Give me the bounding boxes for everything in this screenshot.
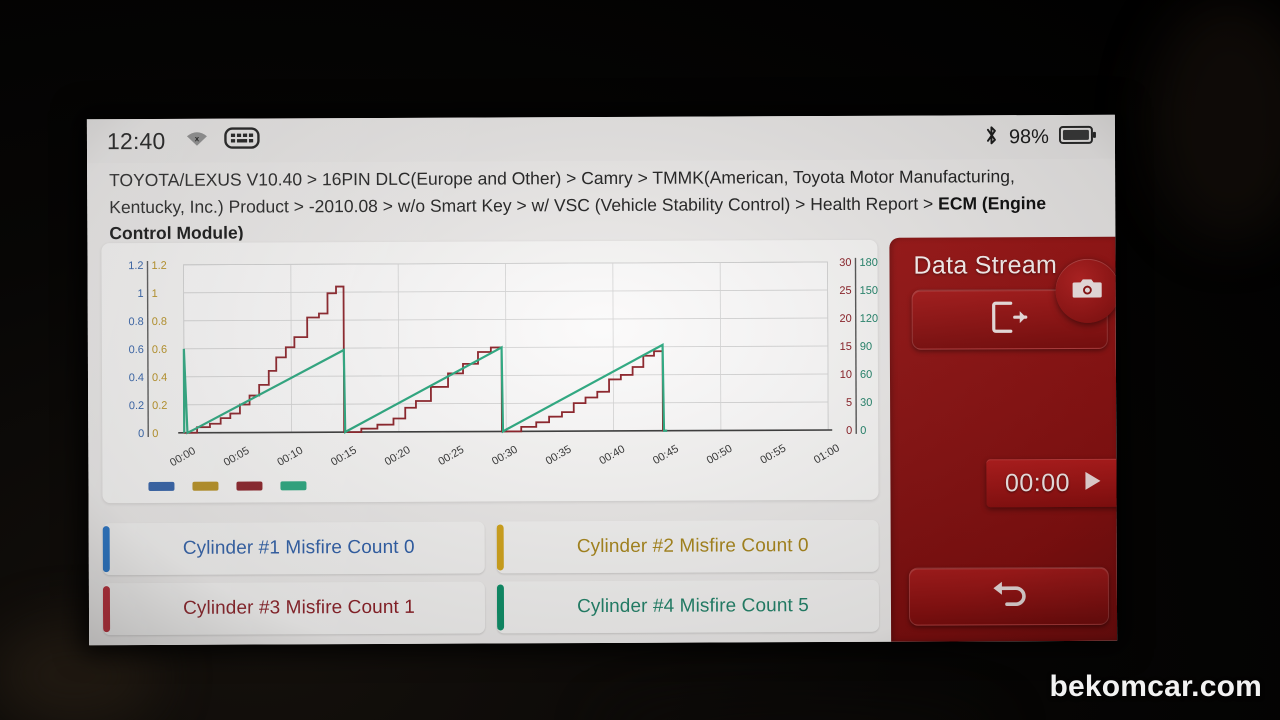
axis-tick-label: 180 bbox=[859, 257, 877, 269]
axis-tick-label: 0.8 bbox=[152, 316, 167, 328]
misfire-count-chart[interactable]: 1.2 1 0.8 0.6 0.4 0.2 0 1.2 1 0.8 0.6 0.4 0.2 0 30 25 20… bbox=[101, 240, 878, 503]
axis-tick-label: 1 bbox=[137, 288, 143, 300]
axis-tick-label: 0.6 bbox=[129, 344, 144, 356]
legend-swatch[interactable] bbox=[280, 481, 307, 491]
axis-tick-label: 1.2 bbox=[151, 260, 166, 272]
axis-tick-label: 0 bbox=[860, 425, 866, 437]
diagnostic-tablet-screen: 12:40 x 98% TOYOTA/LEXUS V10.40 > 16PIN … bbox=[86, 114, 1118, 646]
legend-swatch[interactable] bbox=[148, 481, 175, 491]
breadcrumb[interactable]: TOYOTA/LEXUS V10.40 > 16PIN DLC(Europe a… bbox=[87, 158, 1116, 243]
camera-icon bbox=[1072, 276, 1103, 305]
x-tick-label: 00:15 bbox=[329, 444, 359, 468]
axis-tick-label: 15 bbox=[840, 341, 852, 353]
x-tick-label: 00:35 bbox=[544, 443, 574, 467]
axis-tick-label: 90 bbox=[860, 341, 872, 353]
parameter-card[interactable]: Cylinder #2 Misfire Count 0 bbox=[496, 519, 879, 574]
data-stream-panel: Data Stream 00:00 bbox=[889, 236, 1118, 642]
axis-tick-label: 1.2 bbox=[128, 260, 143, 272]
x-tick-label: 00:45 bbox=[651, 443, 681, 467]
axis-tick-label: 1 bbox=[152, 288, 158, 300]
x-tick-label: 00:25 bbox=[436, 444, 466, 468]
chart-legend[interactable] bbox=[148, 481, 307, 491]
x-tick-label: 00:00 bbox=[168, 445, 198, 469]
parameter-card[interactable]: Cylinder #3 Misfire Count 1 bbox=[102, 581, 486, 636]
x-tick-label: 00:30 bbox=[490, 444, 520, 468]
background-blotch bbox=[1150, 0, 1280, 240]
parameter-color-bar bbox=[496, 584, 505, 631]
axis-tick-label: 5 bbox=[846, 397, 852, 409]
play-icon bbox=[1082, 469, 1102, 496]
axis-tick-label: 0.4 bbox=[129, 372, 144, 384]
photo-frame: 12:40 x 98% TOYOTA/LEXUS V10.40 > 16PIN … bbox=[0, 0, 1280, 720]
parameter-color-bar bbox=[102, 526, 110, 573]
watermark: bekomcar.com bbox=[1049, 670, 1262, 703]
bluetooth-icon bbox=[984, 124, 999, 151]
parameter-label: Cylinder #3 Misfire Count 1 bbox=[183, 596, 415, 619]
keyboard-icon bbox=[223, 126, 260, 154]
timer-label: 00:00 bbox=[1004, 468, 1071, 497]
breadcrumb-path: TOYOTA/LEXUS V10.40 > 16PIN DLC(Europe a… bbox=[109, 166, 1015, 217]
chart-card[interactable]: 1.2 1 0.8 0.6 0.4 0.2 0 1.2 1 0.8 0.6 0.4 0.2 0 30 25 20… bbox=[101, 239, 879, 504]
parameter-color-bar bbox=[102, 586, 111, 633]
exit-icon bbox=[991, 300, 1029, 339]
parameter-card[interactable]: Cylinder #1 Misfire Count 0 bbox=[102, 521, 485, 576]
camera-button[interactable] bbox=[1055, 258, 1118, 324]
panel-title: Data Stream bbox=[913, 251, 1058, 280]
svg-text:x: x bbox=[194, 134, 199, 143]
record-timer-button[interactable]: 00:00 bbox=[986, 458, 1118, 508]
parameter-card[interactable]: Cylinder #4 Misfire Count 5 bbox=[496, 579, 880, 634]
axis-tick-label: 30 bbox=[839, 257, 851, 269]
x-tick-label: 00:55 bbox=[758, 442, 788, 466]
main-content: 1.2 1 0.8 0.6 0.4 0.2 0 1.2 1 0.8 0.6 0.4 0.2 0 30 25 20… bbox=[87, 237, 892, 646]
back-arrow-icon bbox=[985, 577, 1033, 616]
axis-tick-label: 0 bbox=[152, 428, 158, 440]
axis-tick-label: 0.8 bbox=[128, 316, 143, 328]
x-tick-label: 00:40 bbox=[597, 443, 627, 467]
axis-tick-label: 10 bbox=[840, 369, 852, 381]
axis-tick-label: 25 bbox=[839, 285, 851, 297]
axis-tick-label: 0.2 bbox=[129, 400, 144, 412]
legend-swatch[interactable] bbox=[236, 481, 263, 491]
x-tick-label: 01:00 bbox=[812, 442, 842, 466]
axis-tick-label: 0.4 bbox=[152, 372, 167, 384]
axis-tick-label: 150 bbox=[860, 285, 878, 297]
battery-icon bbox=[1058, 124, 1097, 149]
axis-tick-label: 30 bbox=[860, 397, 872, 409]
parameter-grid: Cylinder #1 Misfire Count 0 Cylinder #2 M… bbox=[102, 519, 880, 636]
background-blotch bbox=[600, 700, 1000, 720]
parameter-label: Cylinder #4 Misfire Count 5 bbox=[577, 595, 809, 618]
parameter-label: Cylinder #2 Misfire Count 0 bbox=[576, 535, 809, 558]
parameter-label: Cylinder #1 Misfire Count 0 bbox=[182, 536, 415, 559]
x-tick-label: 00:50 bbox=[705, 443, 735, 467]
x-tick-label: 00:05 bbox=[222, 445, 252, 469]
wifi-off-icon: x bbox=[183, 128, 209, 153]
x-tick-label: 00:20 bbox=[383, 444, 413, 468]
axis-tick-label: 0 bbox=[138, 428, 144, 440]
axis-tick-label: 120 bbox=[860, 313, 878, 325]
battery-percent-label: 98% bbox=[1008, 125, 1049, 148]
x-tick-label: 00:10 bbox=[275, 445, 305, 469]
axis-tick-label: 20 bbox=[839, 313, 851, 325]
axis-tick-label: 0.6 bbox=[152, 344, 167, 356]
parameter-color-bar bbox=[496, 524, 504, 571]
back-button[interactable] bbox=[908, 566, 1110, 626]
axis-tick-label: 0.2 bbox=[152, 400, 167, 412]
legend-swatch[interactable] bbox=[192, 481, 219, 491]
axis-tick-label: 60 bbox=[860, 369, 872, 381]
status-bar: 12:40 x 98% bbox=[86, 114, 1116, 164]
clock: 12:40 bbox=[106, 127, 166, 154]
right-axis-spine bbox=[854, 257, 857, 434]
axis-tick-label: 0 bbox=[846, 425, 852, 437]
left-axis-spine bbox=[146, 260, 149, 437]
